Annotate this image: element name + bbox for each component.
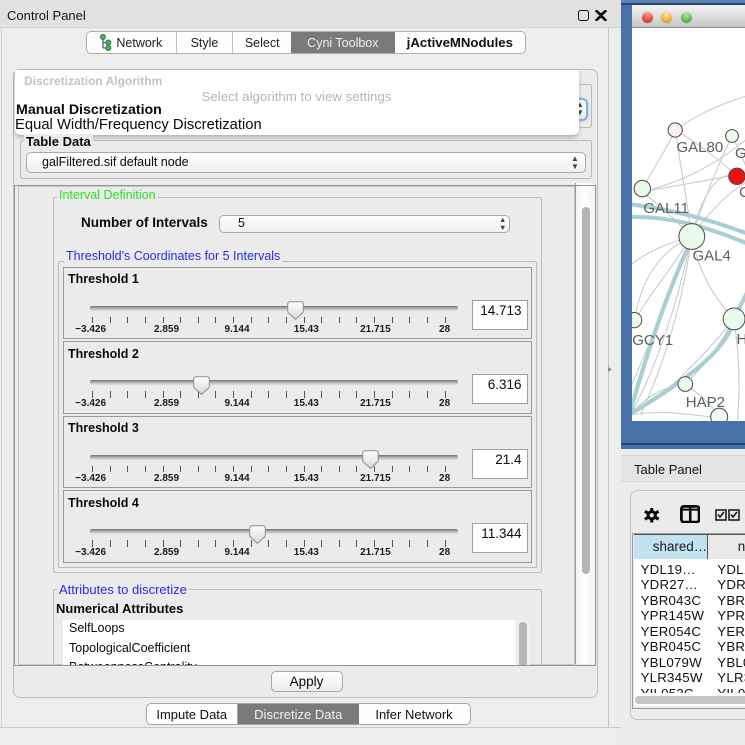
svg-text:G.: G. — [735, 145, 745, 162]
svg-text:H: H — [736, 331, 745, 348]
svg-text:C: C — [739, 184, 745, 201]
svg-text:GAL4: GAL4 — [692, 248, 730, 265]
svg-text:GAL11: GAL11 — [643, 200, 689, 217]
svg-text:GAL80: GAL80 — [676, 139, 723, 156]
svg-text:GCY1: GCY1 — [632, 332, 673, 349]
svg-text:HAP2: HAP2 — [685, 394, 724, 411]
